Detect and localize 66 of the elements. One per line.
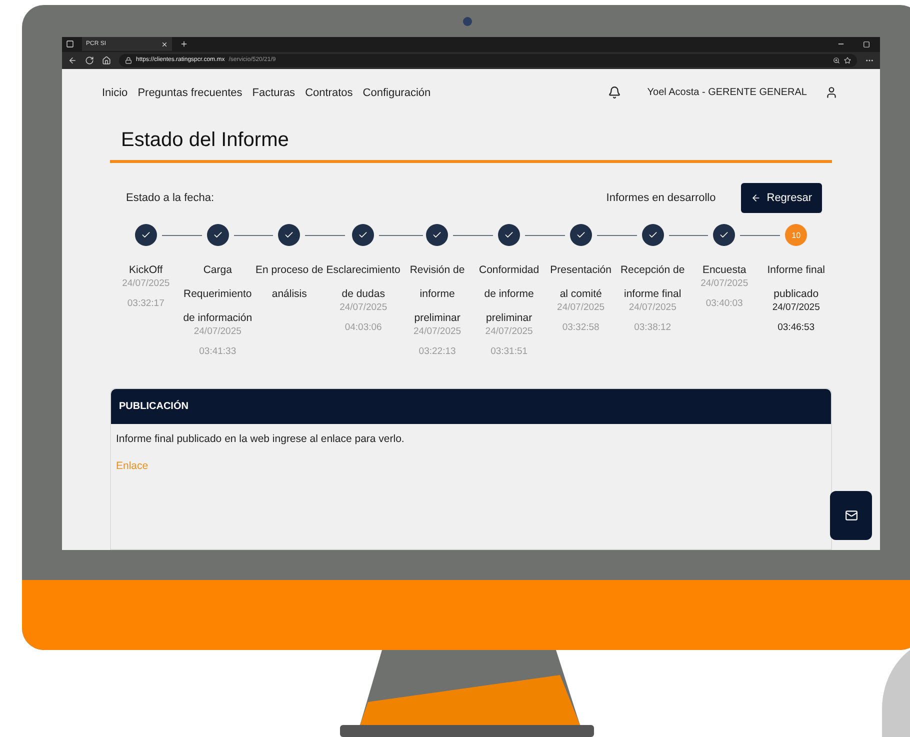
step-time: 03:32:17 — [127, 298, 164, 310]
step-date: 24/07/2025 — [194, 326, 242, 338]
back-button[interactable]: Regresar — [740, 183, 822, 213]
section-label: Informes en desarrollo — [606, 192, 716, 204]
maximize-icon[interactable] — [863, 40, 870, 48]
check-icon — [504, 230, 514, 240]
user-name: Yoel Acosta - GERENTE GENERAL — [647, 87, 807, 98]
step-date: 24/07/2025 — [122, 278, 170, 290]
close-icon[interactable] — [161, 40, 168, 48]
zoom-icon[interactable] — [833, 56, 840, 64]
step-label: Informe final publicado — [766, 263, 826, 302]
star-icon[interactable] — [844, 56, 851, 64]
step-time: 03:40:03 — [706, 298, 743, 310]
step-time: 03:38:12 — [634, 322, 672, 334]
step-time: 03:31:51 — [490, 346, 528, 358]
step-time: 03:22:13 — [418, 346, 456, 358]
card-text: Informe final publicado en la web ingrese al enlace para verlo. — [116, 433, 406, 445]
back-icon[interactable] — [68, 56, 77, 65]
step-label: Recepción de informe final — [619, 263, 686, 302]
mail-button[interactable] — [830, 491, 872, 540]
home-icon[interactable] — [102, 56, 111, 65]
card-header: PUBLICACIÓN — [111, 389, 831, 424]
nav-link[interactable]: Facturas — [252, 86, 296, 98]
arrow-icon — [750, 193, 761, 203]
step-number-marker: 10 — [785, 224, 808, 246]
step-label: KickOff — [128, 263, 164, 278]
step-label: Encuesta — [701, 263, 748, 278]
step-time: 03:46:53 — [778, 322, 815, 334]
step-label: Conformidad de informe preliminar — [478, 263, 540, 326]
step-time: 04:03:06 — [344, 322, 382, 334]
step-label: En proceso de análisis — [254, 263, 324, 302]
step-date: 24/07/2025 — [485, 326, 533, 338]
check-icon — [719, 230, 730, 240]
step-date: 24/07/2025 — [700, 278, 748, 290]
reload-icon[interactable] — [85, 56, 94, 65]
step-date: 24/07/2025 — [772, 302, 820, 314]
nav-link[interactable]: Preguntas frecuentes — [138, 86, 242, 98]
check-icon — [576, 230, 586, 240]
status-label: Estado a la fecha: — [126, 192, 214, 204]
step-date: 24/07/2025 — [628, 302, 676, 314]
check-icon — [358, 230, 368, 240]
lock-icon — [125, 56, 132, 64]
check-icon — [212, 230, 223, 240]
check-icon — [284, 230, 294, 240]
step-date: 24/07/2025 — [414, 326, 462, 338]
user-icon[interactable] — [825, 86, 838, 99]
step-label: Revisión de informe preliminar — [408, 263, 466, 326]
step-time: 03:32:58 — [562, 322, 600, 334]
step-time: 03:41:33 — [199, 346, 236, 358]
tab-actions-icon[interactable] — [66, 40, 74, 48]
bell-icon[interactable] — [608, 86, 622, 99]
step-label: Presentación al comité — [549, 263, 612, 302]
step-label: Esclarecimiento de dudas — [325, 263, 402, 302]
check-icon — [648, 230, 658, 240]
camera-icon — [462, 16, 472, 26]
step-date: 24/07/2025 — [340, 302, 388, 314]
page-title: Estado del Informe — [121, 129, 290, 153]
nav-link[interactable]: Configuración — [362, 86, 431, 98]
check-icon — [140, 230, 151, 240]
nav-link[interactable]: Inicio — [102, 86, 128, 98]
step-label: Carga Requerimiento de información — [182, 263, 254, 326]
nav-link[interactable]: Contratos — [305, 86, 353, 98]
new-tab-icon[interactable] — [180, 40, 188, 48]
step-date: 24/07/2025 — [557, 302, 605, 314]
mail-icon — [844, 509, 858, 522]
check-icon — [432, 230, 442, 240]
